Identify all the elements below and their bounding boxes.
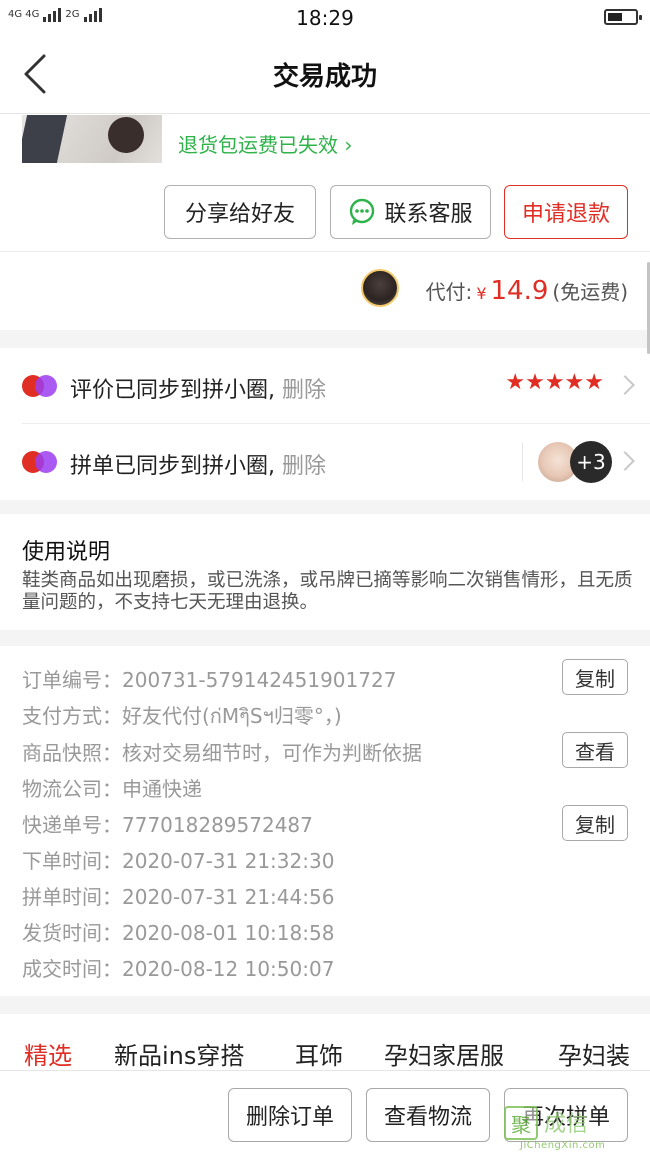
return-shipping-tip[interactable]: 退货包运费已失效 ›	[178, 129, 352, 158]
contact-service-label: 联系客服	[384, 202, 473, 227]
tab-new-ins-outfits[interactable]: 新品ins穿搭	[114, 1036, 244, 1071]
battery-icon	[604, 9, 642, 25]
product-section: 退货包运费已失效 › 分享给好友 联系客服 申请退款	[0, 115, 650, 252]
pinxiaoquan-logo-icon	[22, 375, 60, 397]
vertical-divider	[522, 443, 523, 481]
order-number-value: 200731-579142451901727	[122, 668, 397, 692]
snapshot-value: 核对交易细节时，可作为判断依据	[122, 741, 422, 765]
section-gap	[0, 330, 650, 348]
payment-summary: 代付: ¥ 14.9 (免运费)	[426, 276, 628, 306]
order-time-row: 下单时间：2020-07-31 21:32:30	[22, 845, 334, 874]
detail-label: 发货时间：	[22, 921, 122, 945]
group-time-value: 2020-07-31 21:44:56	[122, 885, 335, 909]
logistics-company-value: 申通快递	[122, 777, 202, 801]
return-tip-text: 退货包运费已失效	[178, 133, 338, 157]
tracking-number-value: 777018289572487	[122, 813, 313, 837]
nav-bar: 交易成功	[0, 34, 650, 114]
section-gap	[0, 630, 650, 646]
view-logistics-button[interactable]: 查看物流	[366, 1088, 490, 1142]
payment-method-row: 支付方式：好友代付(ก่MๆิSฯ归零°，)	[22, 700, 342, 732]
order-details: 订单编号：200731-579142451901727 复制 支付方式：好友代付…	[0, 646, 650, 996]
contact-service-button[interactable]: 联系客服	[330, 185, 491, 239]
ship-time-row: 发货时间：2020-08-01 10:18:58	[22, 917, 334, 946]
rating-stars: ★★★★★	[505, 370, 604, 395]
deal-time-row: 成交时间：2020-08-12 10:50:07	[22, 953, 334, 982]
pinxiaoquan-logo-icon	[22, 451, 60, 473]
detail-label: 支付方式：	[22, 704, 122, 728]
tab-maternity-wear[interactable]: 孕妇装	[558, 1036, 630, 1071]
group-time-row: 拼单时间：2020-07-31 21:44:56	[22, 881, 334, 910]
more-members-badge: +3	[570, 441, 612, 483]
payment-method-value: 好友代付(ก่MๆิSฯ归零°，)	[122, 704, 342, 728]
review-sync-label: 评价已同步到拼小圈,	[70, 378, 275, 403]
tracking-number-row: 快递单号：777018289572487	[22, 809, 313, 838]
share-button-label: 分享给好友	[184, 202, 295, 227]
tab-earrings[interactable]: 耳饰	[295, 1036, 343, 1071]
usage-notes: 使用说明 鞋类商品如出现磨损，或已洗涤，或吊牌已摘等影响二次销售情形，且无质量问…	[0, 514, 650, 630]
battery-level	[608, 13, 622, 21]
refund-button-label: 申请退款	[521, 202, 610, 227]
deal-time-value: 2020-08-12 10:50:07	[122, 957, 335, 981]
page-title: 交易成功	[272, 62, 377, 92]
detail-label: 快递单号：	[22, 813, 122, 837]
watermark-logo: 聚 成信 JiChengXin.com	[504, 1106, 644, 1152]
share-button[interactable]: 分享给好友	[164, 185, 316, 239]
group-sync-row[interactable]: 拼单已同步到拼小圈, 删除 +3	[0, 424, 650, 500]
usage-title: 使用说明	[22, 540, 111, 565]
tab-featured[interactable]: 精选	[24, 1036, 72, 1071]
order-time-value: 2020-07-31 21:32:30	[122, 849, 335, 873]
usage-body: 鞋类商品如出现磨损，或已洗涤，或吊牌已摘等影响二次销售情形，且无质量问题的，不支…	[22, 570, 633, 613]
chevron-right-icon: ›	[344, 133, 353, 157]
shipping-note: (免运费)	[552, 280, 628, 304]
view-snapshot-button[interactable]: 查看	[562, 732, 628, 768]
chevron-right-icon	[615, 451, 635, 471]
tab-maternity-homewear[interactable]: 孕妇家居服	[384, 1036, 504, 1071]
chat-icon	[350, 198, 375, 225]
product-thumbnail[interactable]	[22, 115, 162, 163]
section-gap	[0, 500, 650, 514]
group-delete-link[interactable]: 删除	[282, 454, 326, 479]
payer-avatar[interactable]	[361, 269, 399, 307]
payment-amount: 14.9	[490, 276, 549, 306]
detail-label: 成交时间：	[22, 957, 122, 981]
delete-order-button[interactable]: 删除订单	[228, 1088, 352, 1142]
detail-label: 订单编号：	[22, 668, 122, 692]
review-sync-text: 评价已同步到拼小圈, 删除	[70, 372, 326, 404]
status-time: 18:29	[296, 6, 354, 30]
watermark-char: 聚	[504, 1106, 538, 1140]
copy-tracking-number-button[interactable]: 复制	[562, 805, 628, 841]
payment-row: 代付: ¥ 14.9 (免运费)	[0, 252, 650, 330]
ship-time-value: 2020-08-01 10:18:58	[122, 921, 335, 945]
snapshot-row: 商品快照：核对交易细节时，可作为判断依据	[22, 737, 422, 766]
currency-symbol: ¥	[476, 284, 487, 303]
watermark-url: JiChengXin.com	[520, 1140, 606, 1151]
chevron-right-icon	[615, 375, 635, 395]
group-sync-text: 拼单已同步到拼小圈, 删除	[70, 448, 326, 480]
status-bar: 4G 4G 2G 18:29	[0, 0, 650, 34]
detail-label: 下单时间：	[22, 849, 122, 873]
payment-label: 代付:	[425, 280, 473, 304]
order-number-row: 订单编号：200731-579142451901727	[22, 664, 396, 693]
detail-label: 物流公司：	[22, 777, 122, 801]
group-sync-label: 拼单已同步到拼小圈,	[70, 454, 275, 479]
review-sync-row[interactable]: 评价已同步到拼小圈, 删除 ★★★★★	[0, 348, 650, 424]
watermark-text: 成信	[544, 1112, 589, 1137]
detail-label: 拼单时间：	[22, 885, 122, 909]
review-delete-link[interactable]: 删除	[282, 378, 326, 403]
detail-label: 商品快照：	[22, 741, 122, 765]
refund-button[interactable]: 申请退款	[504, 185, 628, 239]
copy-order-number-button[interactable]: 复制	[562, 659, 628, 695]
section-gap	[0, 996, 650, 1014]
logistics-company-row: 物流公司：申通快递	[22, 773, 202, 802]
